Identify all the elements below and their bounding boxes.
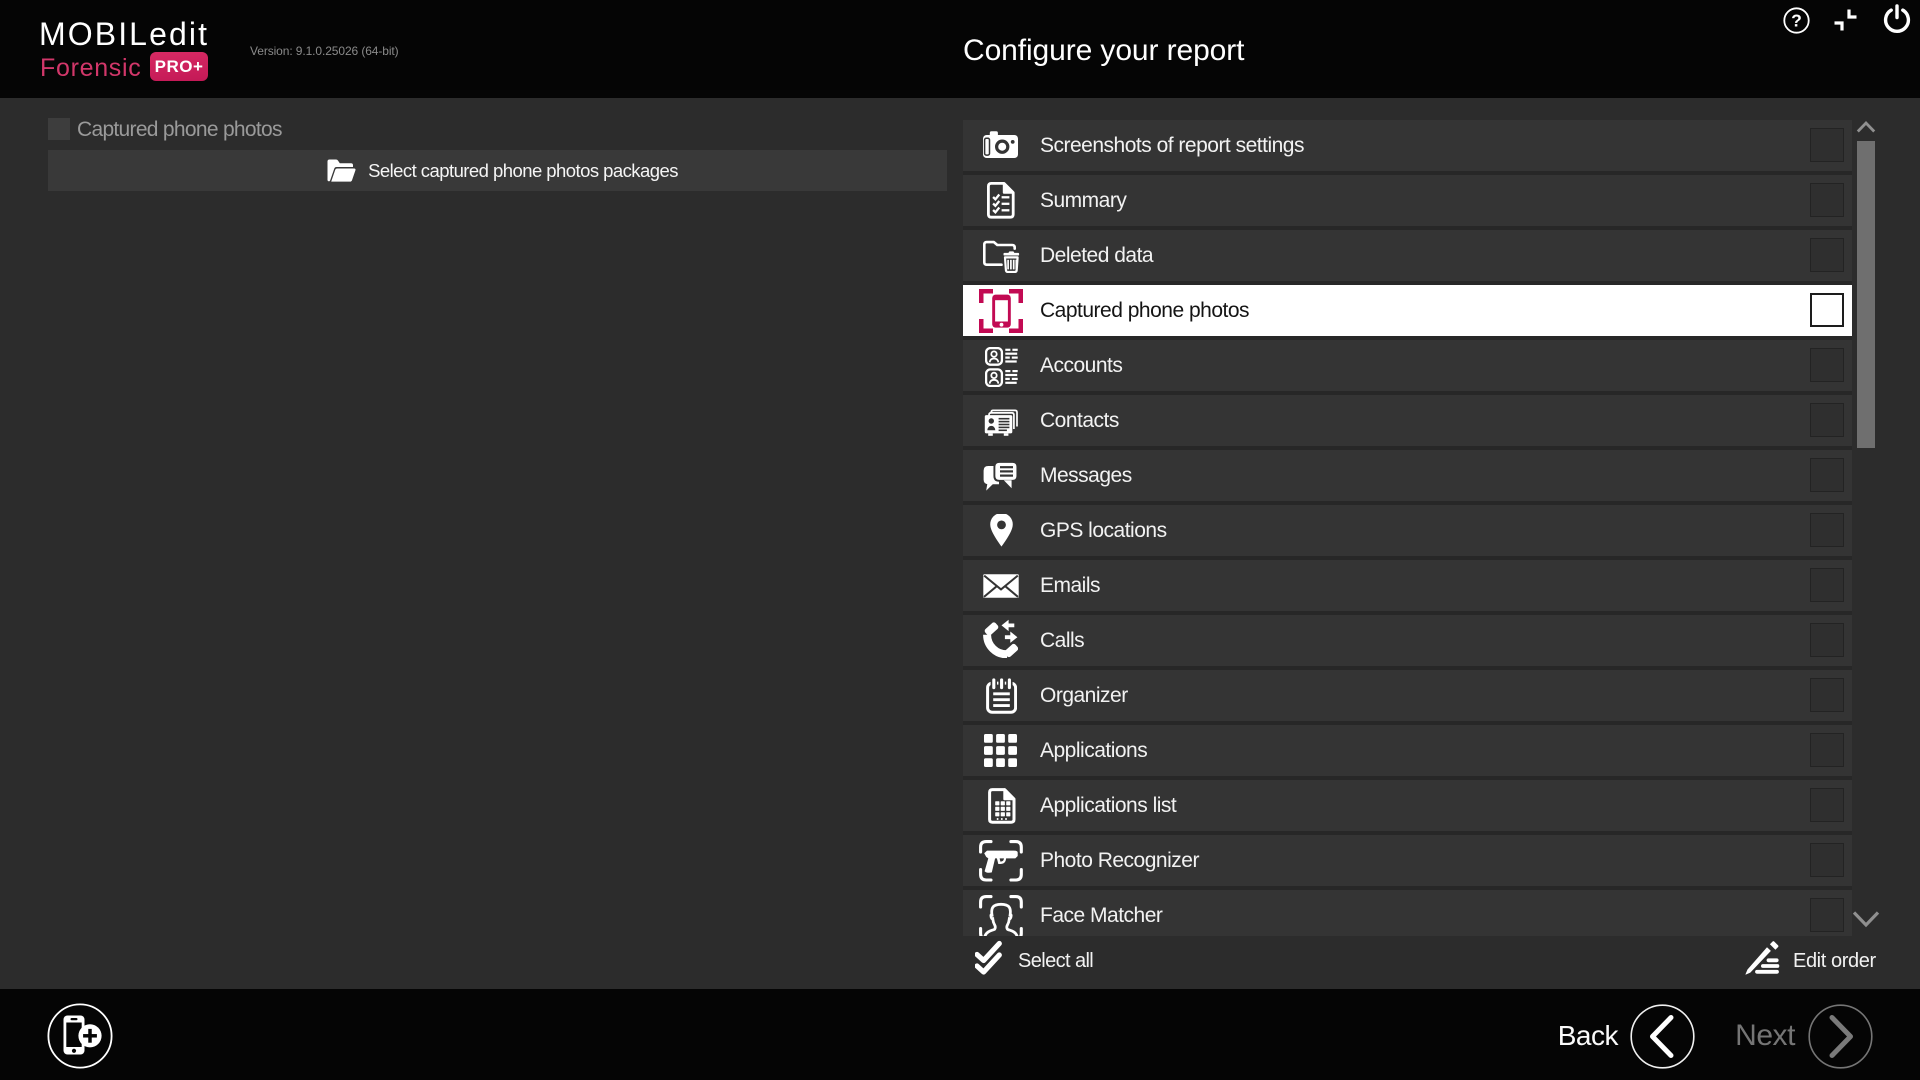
svg-text:?: ? (1791, 11, 1802, 31)
